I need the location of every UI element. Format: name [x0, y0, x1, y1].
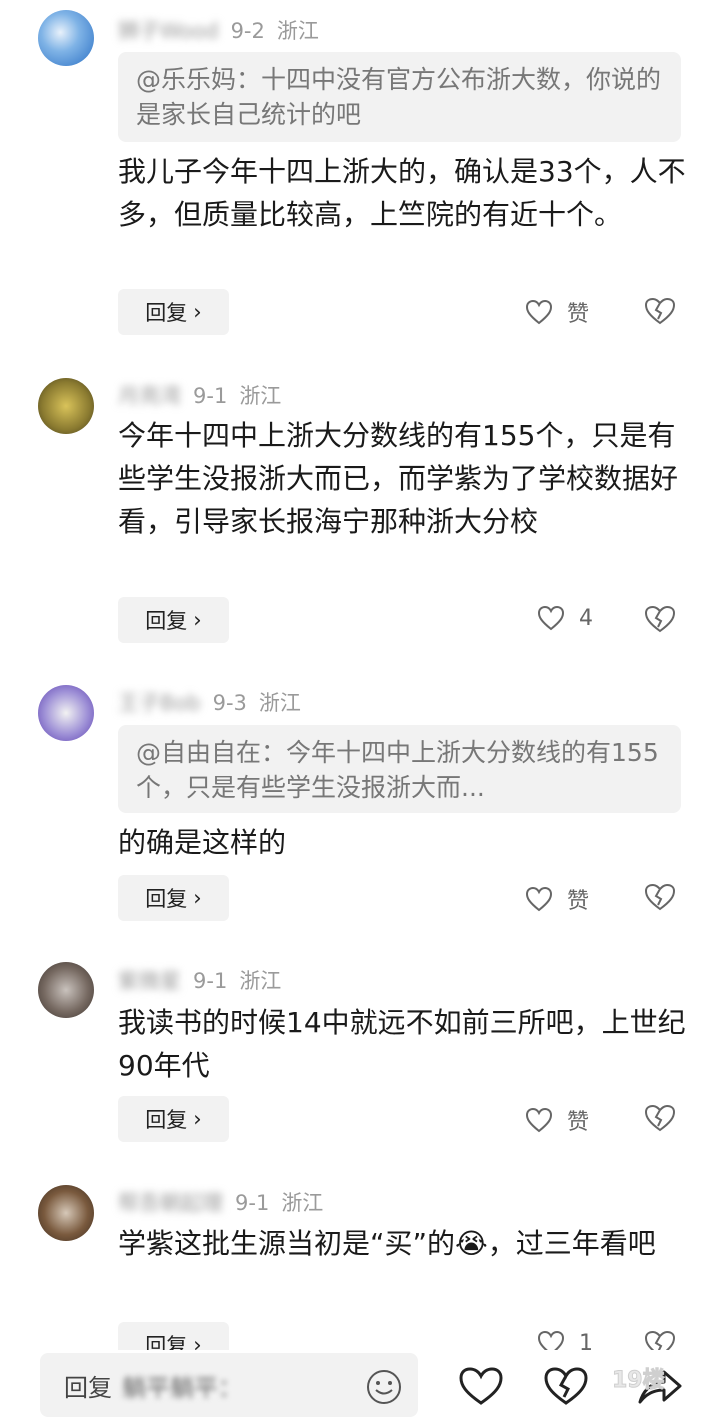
bottom-bar: 回复 躺平躺平： [0, 1350, 708, 1417]
reply-button[interactable]: 回复 › [118, 289, 229, 335]
comment-location: 浙江 [239, 384, 282, 408]
quote-text: @乐乐妈：十四中没有官方公布浙大数，你说的是家长自己统计的吧 [136, 65, 662, 129]
comment-text: 我儿子今年十四上浙大的，确认是33个，人不多，但质量比较高，上竺院的有近十个。 [118, 155, 686, 231]
heart-icon [525, 1107, 553, 1133]
broken-heart-icon[interactable] [644, 605, 676, 633]
heart-icon[interactable] [458, 1366, 504, 1406]
heart-icon [537, 605, 565, 631]
comment-date: 9-1 [193, 969, 228, 993]
comment-location: 浙江 [239, 969, 282, 993]
comment-date: 9-1 [235, 1191, 270, 1215]
comment-date: 9-2 [230, 19, 265, 43]
comment-text: 我读书的时候14中就远不如前三所吧，上世纪90年代 [118, 1006, 686, 1082]
broken-heart-icon[interactable] [644, 297, 676, 325]
reply-button[interactable]: 回复 › [118, 1096, 229, 1142]
heart-icon [525, 299, 553, 325]
watermark-logo: 19楼 [612, 1368, 666, 1394]
chevron-right-icon: › [193, 300, 202, 324]
username[interactable]: 王子Bob [118, 687, 201, 717]
heart-icon [525, 886, 553, 912]
username[interactable]: 月亮湾 [118, 380, 181, 410]
chevron-right-icon: › [193, 608, 202, 632]
reply-button[interactable]: 回复 › [118, 597, 229, 643]
comment-text: 学紫这批生源当初是“买”的😭，过三年看吧 [118, 1227, 656, 1260]
broken-heart-icon[interactable] [644, 1104, 676, 1132]
reply-target: 躺平躺平： [122, 1373, 242, 1402]
reply-label: 回复 [145, 1108, 188, 1132]
input-prefix: 回复 [64, 1373, 112, 1402]
comment-meta: 月亮湾 9-1 浙江 [118, 380, 281, 410]
comment-text: 今年十四中上浙大分数线的有155个，只是有些学生没报浙大而已，而学紫为了学校数据… [118, 419, 679, 538]
comment-date: 9-1 [193, 384, 228, 408]
like-button[interactable]: 赞 [525, 1104, 589, 1136]
username[interactable]: 紫微星 [118, 965, 181, 995]
quote-text: @自由自在：今年十四中上浙大分数线的有155个，只是有些学生没报浙大而... [136, 738, 659, 802]
smile-icon[interactable] [366, 1369, 402, 1405]
like-button[interactable]: 赞 [525, 883, 589, 915]
reply-input[interactable]: 回复 躺平躺平： [40, 1353, 418, 1417]
comment-location: 浙江 [258, 691, 301, 715]
chevron-right-icon: › [193, 886, 202, 910]
quoted-reply[interactable]: @乐乐妈：十四中没有官方公布浙大数，你说的是家长自己统计的吧 [118, 52, 681, 142]
avatar[interactable] [38, 685, 94, 741]
reply-button[interactable]: 回复 › [118, 875, 229, 921]
avatar[interactable] [38, 962, 94, 1018]
username[interactable]: 狮子Wood [118, 15, 219, 45]
avatar[interactable] [38, 10, 94, 66]
like-count: 赞 [567, 302, 590, 327]
comment-location: 浙江 [276, 19, 319, 43]
like-count: 赞 [567, 889, 590, 914]
like-count: 4 [579, 605, 593, 631]
comment-location: 浙江 [281, 1191, 324, 1215]
avatar[interactable] [38, 1185, 94, 1241]
quoted-reply[interactable]: @自由自在：今年十四中上浙大分数线的有155个，只是有些学生没报浙大而... [118, 725, 681, 813]
comment-text: 的确是这样的 [118, 826, 287, 859]
comment-meta: 紫微星 9-1 浙江 [118, 965, 281, 995]
comment-meta: 狮子Wood 9-2 浙江 [118, 15, 319, 45]
username[interactable]: 帮吾朝起理 [118, 1187, 223, 1217]
broken-heart-icon[interactable] [543, 1366, 589, 1406]
comment-date: 9-3 [212, 691, 247, 715]
chevron-right-icon: › [193, 1107, 202, 1131]
reply-label: 回复 [145, 609, 188, 633]
like-count: 赞 [567, 1110, 590, 1135]
reply-label: 回复 [145, 301, 188, 325]
comment-meta: 王子Bob 9-3 浙江 [118, 687, 301, 717]
avatar[interactable] [38, 378, 94, 434]
broken-heart-icon[interactable] [644, 883, 676, 911]
reply-label: 回复 [145, 887, 188, 911]
like-button[interactable]: 4 [537, 605, 593, 631]
like-button[interactable]: 赞 [525, 296, 589, 328]
comment-meta: 帮吾朝起理 9-1 浙江 [118, 1187, 323, 1217]
